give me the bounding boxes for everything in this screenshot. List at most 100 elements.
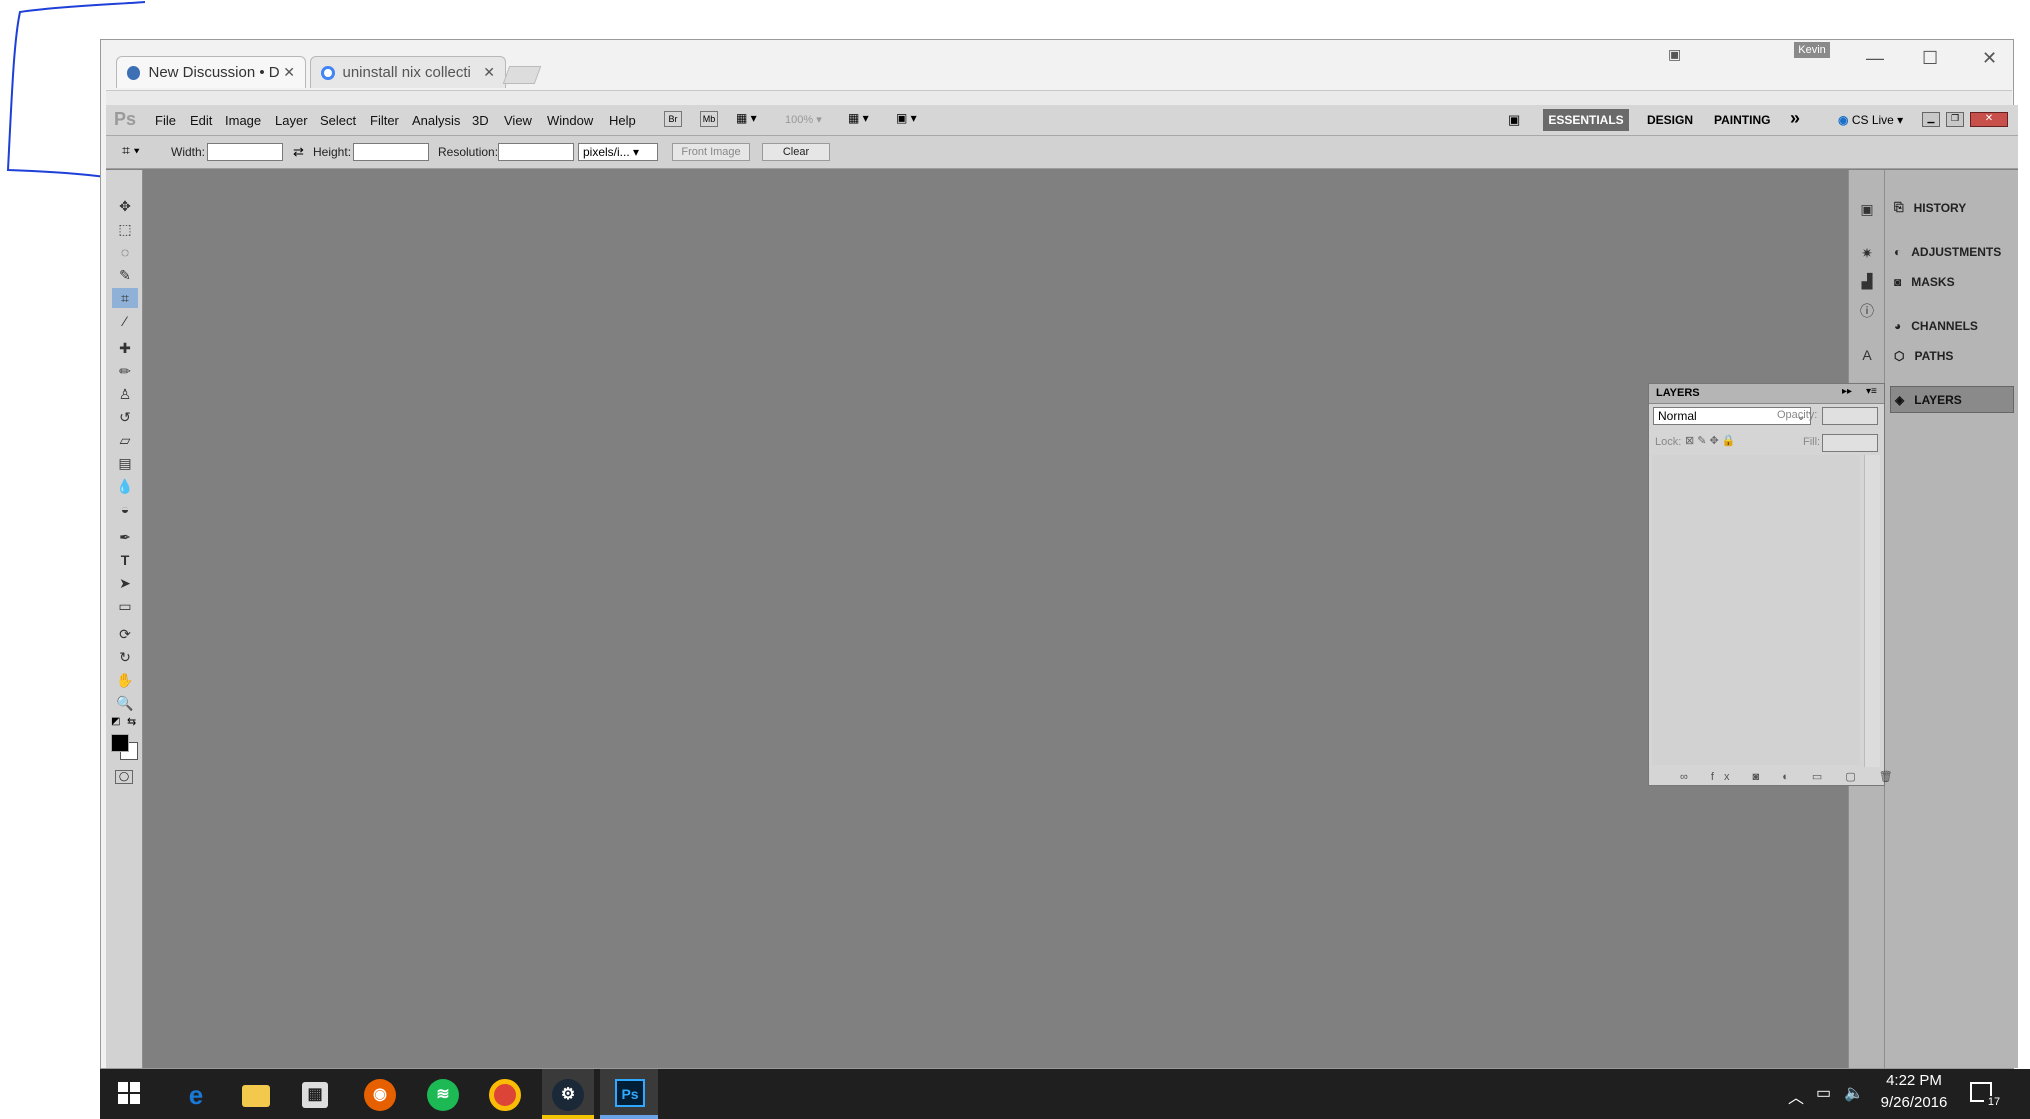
firefox-icon[interactable]: ◉: [364, 1079, 396, 1111]
menu-layer[interactable]: Layer: [275, 113, 308, 128]
zoom-tool-icon[interactable]: 🔍: [112, 693, 138, 713]
crop-tool-preset-icon[interactable]: ⌗ ▾: [122, 142, 140, 159]
user-badge[interactable]: Kevin: [1794, 42, 1830, 58]
mini-bridge-panel-icon[interactable]: ▣: [1856, 198, 1878, 220]
panel-layers[interactable]: ◈ LAYERS: [1890, 386, 2014, 413]
workspace-painting[interactable]: PAINTING: [1714, 113, 1770, 127]
info-panel-icon[interactable]: ⓘ: [1856, 300, 1878, 322]
network-icon[interactable]: ▭: [1816, 1083, 1831, 1103]
menu-file[interactable]: File: [155, 113, 176, 128]
browser-tab-uninstall-nix[interactable]: uninstall nix collecti ✕: [310, 56, 506, 88]
edge-icon[interactable]: e: [180, 1079, 212, 1111]
workspace-essentials[interactable]: ESSENTIALS: [1543, 109, 1629, 131]
shape-tool-icon[interactable]: ▭: [112, 596, 138, 616]
cast-icon[interactable]: ▣: [1668, 46, 1681, 63]
minimize-icon[interactable]: —: [1866, 48, 1884, 69]
path-selection-tool-icon[interactable]: ➤: [112, 573, 138, 593]
lasso-tool-icon[interactable]: ◌: [112, 242, 138, 262]
resolution-units-select[interactable]: pixels/i... ▾: [578, 143, 658, 161]
opacity-input[interactable]: [1822, 407, 1878, 425]
browser-tab-new-discussion[interactable]: New Discussion • D ✕: [116, 56, 306, 88]
ps-restore-button[interactable]: ❐: [1946, 112, 1964, 127]
photoshop-taskbar-icon[interactable]: Ps: [615, 1079, 645, 1107]
width-input[interactable]: [207, 143, 283, 161]
3d-rotate-tool-icon[interactable]: ⟳: [112, 624, 138, 644]
eyedropper-tool-icon[interactable]: ⁄: [112, 311, 138, 331]
hand-tool-icon[interactable]: ✋: [112, 670, 138, 690]
mini-bridge-button[interactable]: Mb: [700, 111, 718, 127]
character-panel-icon[interactable]: A: [1856, 344, 1878, 366]
panel-menu-icon[interactable]: ▾≡: [1866, 386, 1877, 397]
height-input[interactable]: [353, 143, 429, 161]
ps-minimize-button[interactable]: ▁: [1922, 112, 1940, 127]
front-image-button[interactable]: Front Image: [672, 143, 750, 161]
steam-icon[interactable]: ⚙: [552, 1079, 584, 1111]
taskbar-time[interactable]: 4:22 PM: [1874, 1072, 1954, 1089]
default-colors-icon[interactable]: ◩: [111, 716, 120, 727]
menu-image[interactable]: Image: [225, 113, 261, 128]
workspace-switcher-icon[interactable]: ▣: [1508, 112, 1520, 128]
new-tab-button[interactable]: [502, 66, 542, 84]
quick-mask-icon[interactable]: ◯: [115, 770, 133, 784]
gradient-tool-icon[interactable]: ▤: [112, 453, 138, 473]
ps-close-button[interactable]: ✕: [1970, 112, 2008, 127]
lock-options-icons[interactable]: ⊠ ✎ ✥ 🔒: [1685, 434, 1736, 447]
view-extras-icon[interactable]: ▦ ▾: [736, 111, 766, 127]
cs-live-button[interactable]: ◉ CS Live ▾: [1838, 113, 1903, 127]
menu-view[interactable]: View: [504, 113, 532, 128]
arrange-documents-icon[interactable]: ▦ ▾: [848, 111, 878, 127]
clone-stamp-tool-icon[interactable]: ♙: [112, 384, 138, 404]
clear-button[interactable]: Clear: [762, 143, 830, 161]
eraser-tool-icon[interactable]: ▱: [112, 430, 138, 450]
file-explorer-icon[interactable]: [242, 1085, 270, 1107]
address-bar-strip[interactable]: [106, 90, 2012, 105]
marquee-tool-icon[interactable]: ⬚: [112, 219, 138, 239]
panel-paths[interactable]: ⬡ PATHS: [1890, 342, 2014, 369]
menu-help[interactable]: Help: [609, 113, 636, 128]
move-tool-icon[interactable]: ✥: [112, 196, 138, 216]
quick-selection-tool-icon[interactable]: ✎: [112, 265, 138, 285]
brush-tool-icon[interactable]: ✏: [112, 361, 138, 381]
menu-window[interactable]: Window: [547, 113, 593, 128]
healing-brush-tool-icon[interactable]: ✚: [112, 338, 138, 358]
crop-tool-icon[interactable]: ⌗: [112, 288, 138, 308]
workspace-more-icon[interactable]: »: [1790, 108, 1800, 129]
close-tab-icon[interactable]: ✕: [483, 64, 495, 81]
maximize-icon[interactable]: ☐: [1922, 48, 1938, 69]
panel-history[interactable]: ⎘ HISTORY: [1890, 194, 2014, 221]
foreground-color-swatch[interactable]: [111, 734, 129, 752]
menu-3d[interactable]: 3D: [472, 113, 489, 128]
panel-masks[interactable]: ◙ MASKS: [1890, 268, 2014, 295]
workspace-design[interactable]: DESIGN: [1647, 113, 1693, 127]
zoom-level-dropdown[interactable]: 100% ▾: [785, 113, 822, 126]
screen-mode-icon[interactable]: ▣ ▾: [896, 111, 926, 127]
store-icon[interactable]: ▦: [302, 1082, 328, 1108]
layers-scrollbar[interactable]: [1864, 455, 1880, 767]
close-window-icon[interactable]: ✕: [1982, 48, 1997, 69]
layers-list[interactable]: [1652, 455, 1860, 765]
menu-select[interactable]: Select: [320, 113, 356, 128]
menu-analysis[interactable]: Analysis: [412, 113, 460, 128]
blur-tool-icon[interactable]: 💧: [112, 476, 138, 496]
swap-dimensions-icon[interactable]: ⇄: [293, 144, 304, 160]
histogram-panel-icon[interactable]: ▟: [1856, 270, 1878, 292]
pen-tool-icon[interactable]: ✒: [112, 527, 138, 547]
menu-edit[interactable]: Edit: [190, 113, 212, 128]
menu-filter[interactable]: Filter: [370, 113, 399, 128]
volume-icon[interactable]: 🔈: [1844, 1083, 1864, 1103]
dodge-tool-icon[interactable]: ◒: [112, 499, 138, 519]
layers-footer-icons[interactable]: ∞ fx ◙ ◐ ▭ ▢ 🗑: [1680, 770, 1903, 783]
collapse-panel-icon[interactable]: ▸▸: [1842, 386, 1852, 397]
history-brush-tool-icon[interactable]: ↺: [112, 407, 138, 427]
swap-colors-icon[interactable]: ⇆: [127, 715, 136, 728]
spotify-icon[interactable]: ≋: [427, 1079, 459, 1111]
navigator-panel-icon[interactable]: ✷: [1856, 242, 1878, 264]
close-tab-icon[interactable]: ✕: [283, 64, 295, 81]
taskbar-date[interactable]: 9/26/2016: [1874, 1094, 1954, 1111]
type-tool-icon[interactable]: T: [112, 550, 138, 570]
chrome-icon[interactable]: [489, 1079, 521, 1111]
windows-start-icon[interactable]: [118, 1082, 140, 1104]
bridge-button[interactable]: Br: [664, 111, 682, 127]
panel-adjustments[interactable]: ◐ ADJUSTMENTS: [1890, 238, 2014, 265]
3d-orbit-tool-icon[interactable]: ↻: [112, 647, 138, 667]
